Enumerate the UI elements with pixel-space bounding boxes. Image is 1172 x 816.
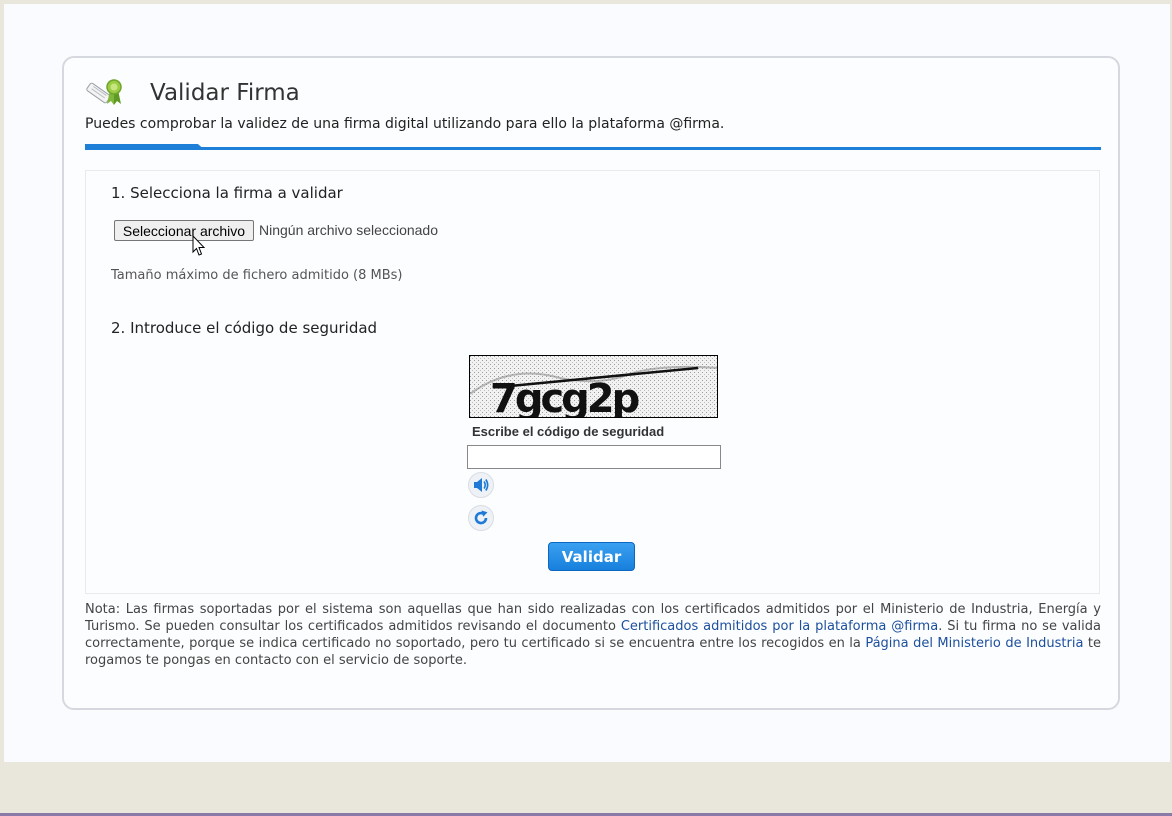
certificates-link[interactable]: Certificados admitidos por la plataforma… bbox=[621, 619, 938, 634]
captcha-refresh-button[interactable] bbox=[468, 505, 494, 531]
refresh-icon bbox=[474, 510, 488, 525]
step1-title: 1. Selecciona la firma a validar bbox=[111, 184, 343, 202]
support-note: Nota: Las firmas soportadas por el siste… bbox=[85, 601, 1101, 669]
select-file-button[interactable]: Seleccionar archivo bbox=[114, 220, 254, 241]
validation-form: 1. Selecciona la firma a validar Selecci… bbox=[85, 170, 1100, 594]
speaker-icon bbox=[474, 478, 489, 492]
tab-bar-line bbox=[85, 147, 1101, 150]
captcha-input[interactable] bbox=[467, 445, 721, 469]
mouse-cursor-icon bbox=[192, 234, 206, 257]
validation-card: Validar Firma Puedes comprobar la valide… bbox=[62, 56, 1120, 710]
file-status-text: Ningún archivo seleccionado bbox=[259, 222, 438, 238]
page-subtitle: Puedes comprobar la validez de una firma… bbox=[85, 116, 725, 132]
ministry-page-link[interactable]: Página del Ministerio de Industria bbox=[865, 636, 1083, 651]
max-file-size-note: Tamaño máximo de fichero admitido (8 MBs… bbox=[111, 268, 403, 283]
tab-active-indicator bbox=[85, 144, 205, 150]
validate-button[interactable]: Validar bbox=[548, 542, 635, 571]
header-tab-bar bbox=[85, 144, 1101, 152]
step2-title: 2. Introduce el código de seguridad bbox=[111, 319, 378, 337]
captcha-label: Escribe el código de seguridad bbox=[472, 424, 665, 439]
captcha-image: 7gcg2p bbox=[469, 355, 718, 418]
captcha-audio-button[interactable] bbox=[468, 472, 494, 498]
page-title: Validar Firma bbox=[150, 80, 300, 106]
captcha-text: 7gcg2p bbox=[490, 376, 639, 418]
certificate-ribbon-icon bbox=[84, 76, 124, 110]
